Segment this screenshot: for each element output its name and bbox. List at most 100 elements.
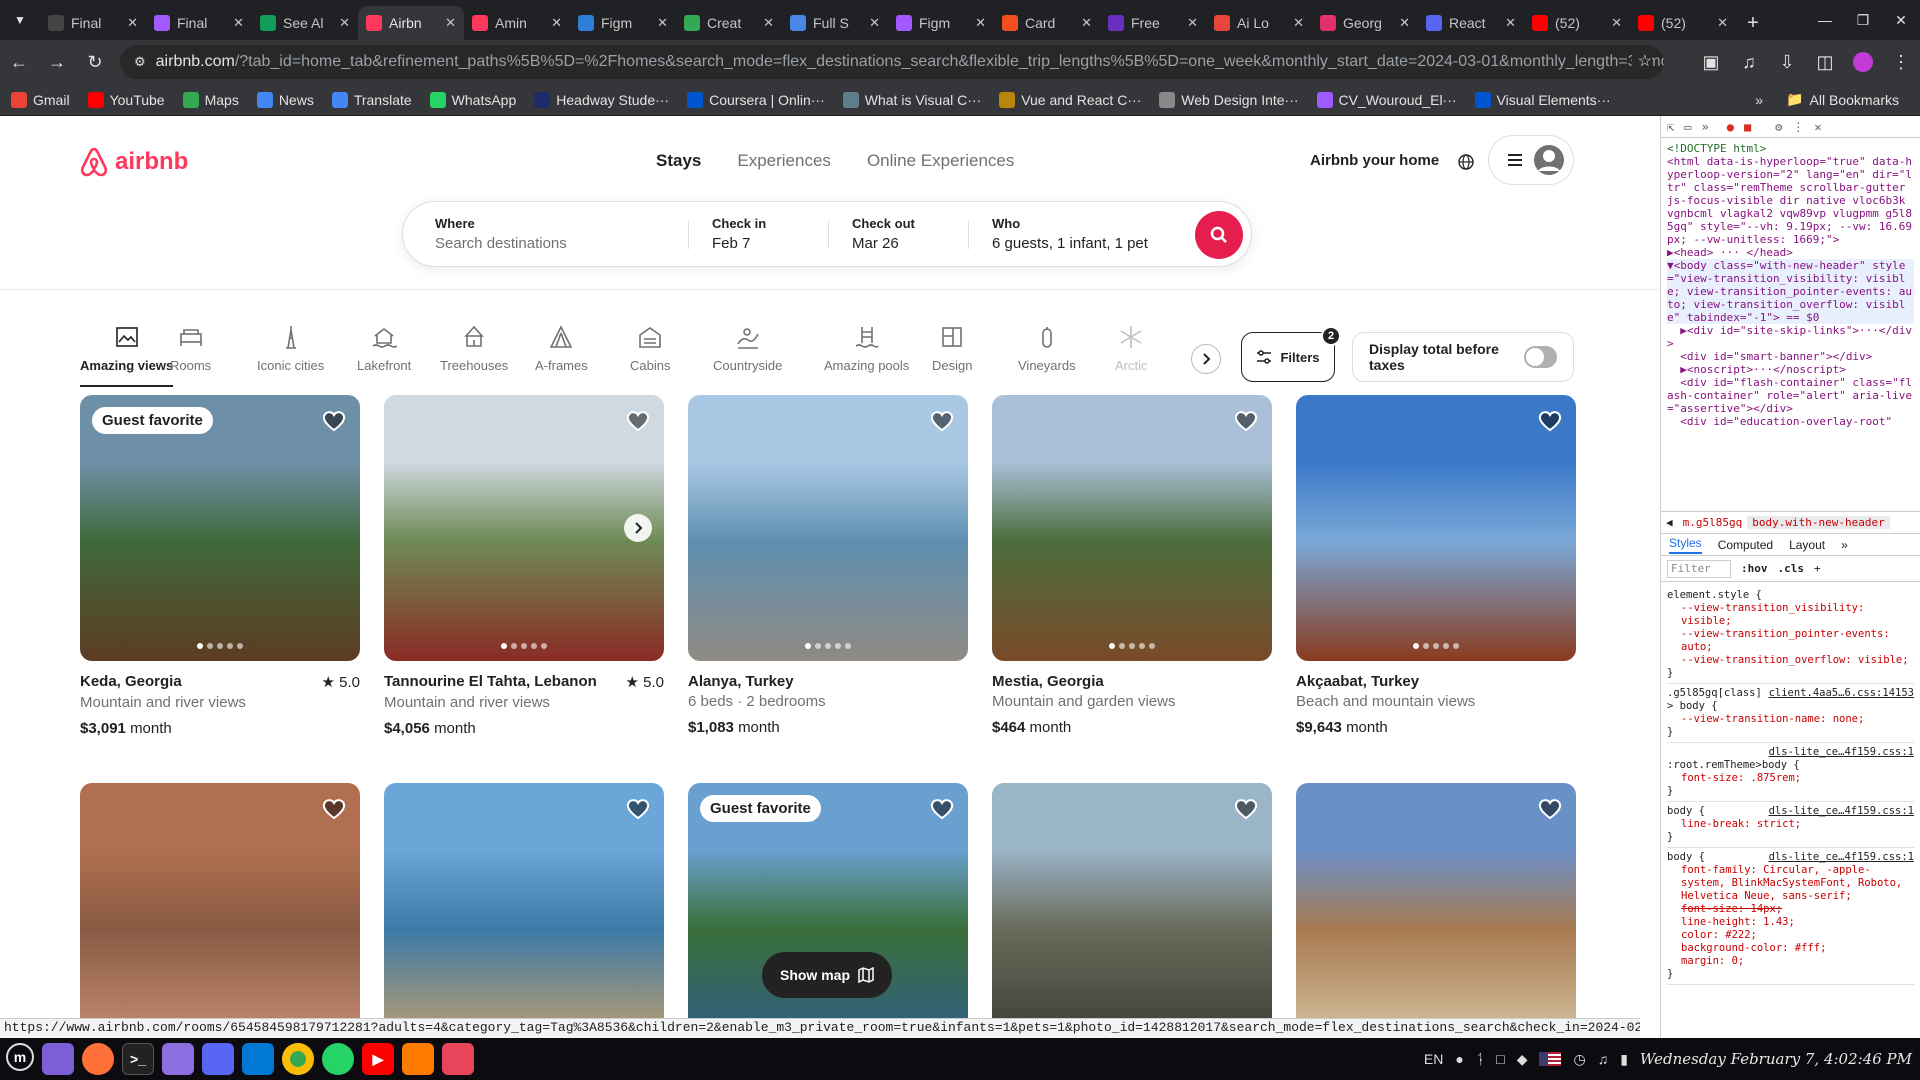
- side-panel-icon[interactable]: ◫: [1806, 43, 1844, 81]
- nav-experiences[interactable]: Experiences: [737, 151, 831, 171]
- tab-close-icon[interactable]: ✕: [1717, 15, 1728, 31]
- category-design[interactable]: Design: [932, 324, 972, 373]
- clipboard-icon[interactable]: □: [1496, 1051, 1504, 1067]
- taxes-toggle-switch[interactable]: [1524, 346, 1557, 368]
- discord-icon[interactable]: [202, 1043, 234, 1075]
- close-window-icon[interactable]: ✕: [1882, 12, 1920, 29]
- crumb-html[interactable]: m.g5l85gq: [1678, 516, 1748, 529]
- tab-close-icon[interactable]: ✕: [339, 15, 350, 31]
- listing-photo[interactable]: [1296, 783, 1576, 1018]
- nav-online-experiences[interactable]: Online Experiences: [867, 151, 1014, 171]
- whatsapp-icon[interactable]: [322, 1043, 354, 1075]
- tab-close-icon[interactable]: ✕: [1505, 15, 1516, 31]
- listing-photo[interactable]: [688, 395, 968, 661]
- forward-icon[interactable]: →: [38, 43, 76, 81]
- dom-node-line[interactable]: <html data-is-hyperloop="true" data-hype…: [1667, 155, 1914, 246]
- photos-icon[interactable]: [442, 1043, 474, 1075]
- add-rule-icon[interactable]: +: [1814, 562, 1821, 575]
- category-vineyards[interactable]: Vineyards: [1018, 324, 1076, 373]
- back-icon[interactable]: ←: [0, 43, 38, 81]
- flag-icon[interactable]: [1539, 1052, 1562, 1066]
- tab-close-icon[interactable]: ✕: [1399, 15, 1410, 31]
- crumb-left-icon[interactable]: ◀: [1661, 516, 1678, 529]
- bookmark-item[interactable]: Visual Elements···: [1466, 91, 1620, 108]
- files-icon[interactable]: [42, 1043, 74, 1075]
- address-bar[interactable]: ⚙ airbnb.com /?tab_id=home_tab&refinemen…: [120, 45, 1664, 79]
- reload-icon[interactable]: ↻: [76, 43, 114, 81]
- bookmark-item[interactable]: Web Design Inte···: [1150, 91, 1307, 108]
- dom-node-line[interactable]: <div id="flash-container" class="flash-c…: [1667, 376, 1914, 415]
- crumb-body[interactable]: body.with-new-header: [1747, 516, 1890, 529]
- tab-close-icon[interactable]: ✕: [869, 15, 880, 31]
- firefox-icon[interactable]: [82, 1043, 114, 1075]
- heart-icon[interactable]: [1538, 409, 1562, 433]
- bookmark-item[interactable]: YouTube: [79, 91, 174, 108]
- all-bookmarks-button[interactable]: 📁 All Bookmarks: [1777, 91, 1908, 108]
- rule-source-link[interactable]: client.4aa5…6.css:14153: [1769, 687, 1914, 700]
- browser-tab[interactable]: (52) ✕: [1630, 6, 1736, 40]
- browser-tab[interactable]: Figm ✕: [570, 6, 676, 40]
- category-rooms[interactable]: Rooms: [170, 324, 211, 373]
- tab-close-icon[interactable]: ✕: [233, 15, 244, 31]
- browser-tab[interactable]: Amin ✕: [464, 6, 570, 40]
- media-icon[interactable]: ♫: [1730, 43, 1768, 81]
- checkout-field[interactable]: Check out Mar 26: [828, 201, 968, 267]
- dom-tree[interactable]: <!DOCTYPE html> <html data-is-hyperloop="…: [1661, 138, 1920, 512]
- photo-next-button[interactable]: [624, 514, 652, 542]
- devtools-menu-icon[interactable]: ⋮: [1792, 120, 1804, 134]
- tab-close-icon[interactable]: ✕: [1293, 15, 1304, 31]
- heart-icon[interactable]: [930, 409, 954, 433]
- volume-icon[interactable]: ♫: [1598, 1051, 1609, 1067]
- listing-photo[interactable]: [992, 783, 1272, 1018]
- rule-property[interactable]: font-family: Circular, -apple-system, Bl…: [1667, 864, 1914, 903]
- bookmark-item[interactable]: Gmail: [2, 91, 79, 108]
- sublime-icon[interactable]: [402, 1043, 434, 1075]
- heart-icon[interactable]: [930, 797, 954, 821]
- keyboard-language[interactable]: EN: [1424, 1051, 1443, 1067]
- rule-property[interactable]: background-color: #fff;: [1667, 942, 1914, 955]
- rule-source-link[interactable]: dls-lite_ce…4f159.css:1: [1769, 746, 1914, 759]
- tab-computed[interactable]: Computed: [1718, 538, 1773, 552]
- rule-property[interactable]: --view-transition-name: none;: [1667, 713, 1914, 726]
- terminal-icon[interactable]: >_: [122, 1043, 154, 1075]
- tab-layout[interactable]: Layout: [1789, 538, 1825, 552]
- airbnb-logo[interactable]: airbnb: [79, 146, 188, 178]
- more-bookmarks-icon[interactable]: »: [1755, 92, 1763, 108]
- tab-close-icon[interactable]: ✕: [1611, 15, 1622, 31]
- bookmark-item[interactable]: What is Visual C···: [834, 91, 990, 108]
- bookmark-item[interactable]: CV_Wouroud_El···: [1308, 91, 1466, 108]
- browser-tab[interactable]: See Al ✕: [252, 6, 358, 40]
- browser-tab[interactable]: React ✕: [1418, 6, 1524, 40]
- more-tabs-icon[interactable]: »: [1701, 120, 1708, 134]
- cls-button[interactable]: .cls: [1778, 562, 1805, 575]
- rule-property[interactable]: --view-transition_visibility: visible;: [1667, 602, 1914, 628]
- tab-close-icon[interactable]: ✕: [763, 15, 774, 31]
- airbnb-your-home-link[interactable]: Airbnb your home: [1310, 152, 1439, 169]
- rule-property[interactable]: --view-transition_overflow: visible;: [1667, 654, 1914, 667]
- bookmark-item[interactable]: News: [248, 91, 323, 108]
- filters-button[interactable]: Filters 2: [1241, 326, 1341, 382]
- bookmark-star-icon[interactable]: ☆: [1631, 51, 1652, 71]
- devtools-close-icon[interactable]: ✕: [1814, 120, 1821, 134]
- rule-property[interactable]: font-size: 14px;: [1667, 903, 1914, 916]
- who-field[interactable]: Who 6 guests, 1 infant, 1 pet: [968, 201, 1198, 267]
- tab-close-icon[interactable]: ✕: [127, 15, 138, 31]
- dom-node-line[interactable]: <div id="smart-banner"></div>: [1667, 350, 1914, 363]
- browser-menu-icon[interactable]: ⋮: [1882, 43, 1920, 81]
- tab-close-icon[interactable]: ✕: [1187, 15, 1198, 31]
- browser-tab[interactable]: Final ✕: [40, 6, 146, 40]
- browser-tab[interactable]: Free ✕: [1100, 6, 1206, 40]
- rule-source-link[interactable]: dls-lite_ce…4f159.css:1: [1769, 851, 1914, 864]
- download-icon[interactable]: ⇩: [1768, 43, 1806, 81]
- rule-source-link[interactable]: dls-lite_ce…4f159.css:1: [1769, 805, 1914, 818]
- category-cabins[interactable]: Cabins: [630, 324, 670, 373]
- dom-node-line[interactable]: ▶<div id="site-skip-links">···</div>: [1667, 324, 1914, 350]
- tab-close-icon[interactable]: ✕: [657, 15, 668, 31]
- vscode-icon[interactable]: [242, 1043, 274, 1075]
- rule-property[interactable]: font-size: .875rem;: [1667, 772, 1914, 785]
- minimize-icon[interactable]: —: [1806, 12, 1844, 28]
- restore-icon[interactable]: ❐: [1844, 12, 1882, 29]
- heart-icon[interactable]: [626, 797, 650, 821]
- listing-photo[interactable]: [384, 395, 664, 661]
- browser-tab[interactable]: (52) ✕: [1524, 6, 1630, 40]
